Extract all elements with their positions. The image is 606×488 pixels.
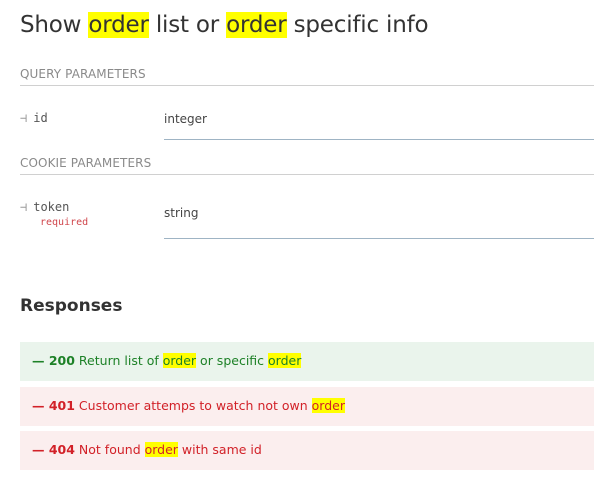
- search-highlight: order: [268, 353, 302, 368]
- title-part: specific info: [286, 12, 429, 38]
- param-name-token: ⊣ token: [20, 200, 69, 214]
- response-code: — 401: [32, 398, 75, 413]
- collapse-dash-icon: —: [32, 442, 45, 457]
- status-code: 401: [48, 398, 75, 413]
- param-name-label: id: [33, 111, 48, 125]
- title-part: list or: [148, 12, 227, 38]
- title-part: Show: [20, 12, 89, 38]
- page-title: Show order list or order specific info: [20, 12, 429, 38]
- query-parameters-header: QUERY PARAMETERS: [20, 67, 594, 86]
- param-type-token: string: [164, 206, 594, 239]
- param-name-label: token: [33, 200, 70, 214]
- search-highlight: order: [88, 12, 149, 38]
- param-required-badge: required: [40, 217, 89, 228]
- response-text: Not found: [74, 442, 145, 457]
- response-text: Customer attemps to watch not own: [74, 398, 312, 413]
- cookie-parameters-header: COOKIE PARAMETERS: [20, 156, 594, 175]
- response-404[interactable]: — 404 Not found order with same id: [20, 431, 594, 470]
- search-highlight: order: [144, 442, 178, 457]
- search-highlight: order: [311, 398, 345, 413]
- response-text: Return list of: [74, 353, 163, 368]
- param-arrow-icon: ⊣: [20, 111, 28, 125]
- param-type-id: integer: [164, 112, 594, 140]
- search-highlight: order: [162, 353, 197, 368]
- response-text: or specific: [196, 353, 269, 368]
- responses-title: Responses: [20, 296, 123, 316]
- response-200[interactable]: — 200 Return list of order or specific o…: [20, 342, 594, 381]
- collapse-dash-icon: —: [32, 353, 45, 368]
- status-code: 404: [48, 442, 75, 457]
- collapse-dash-icon: —: [32, 398, 45, 413]
- response-text: with same id: [177, 442, 262, 457]
- response-code: — 404: [32, 442, 75, 457]
- search-highlight: order: [226, 12, 287, 38]
- response-code: — 200: [32, 353, 75, 368]
- param-arrow-icon: ⊣: [20, 200, 28, 214]
- status-code: 200: [48, 353, 75, 368]
- response-401[interactable]: — 401 Customer attemps to watch not own …: [20, 387, 594, 426]
- param-name-id: ⊣ id: [20, 111, 48, 125]
